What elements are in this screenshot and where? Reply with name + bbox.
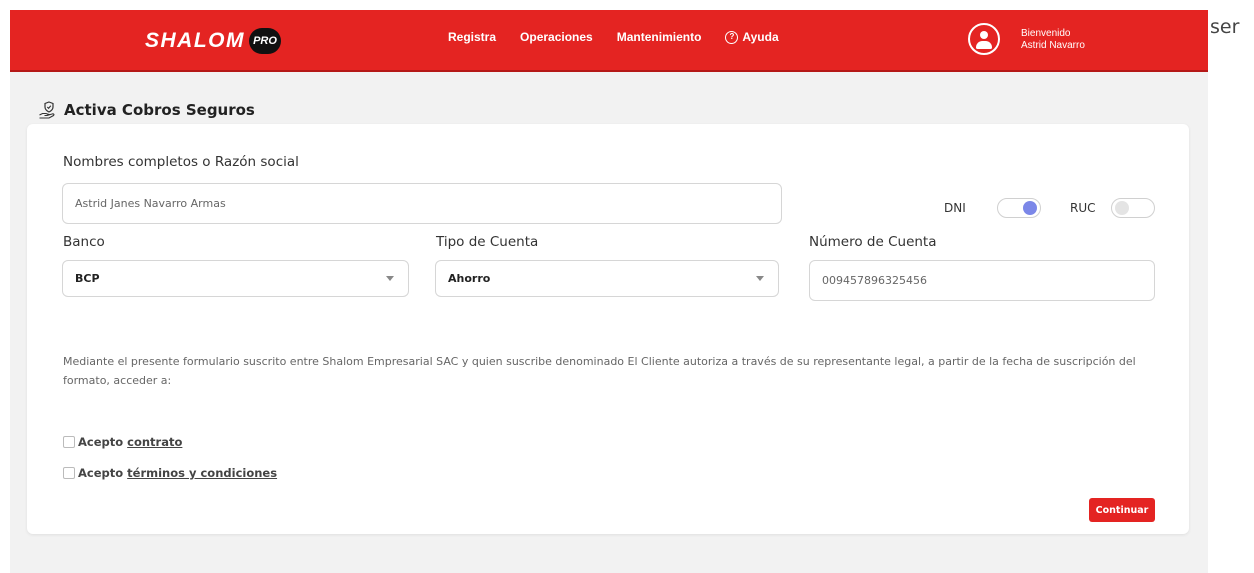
dni-toggle[interactable]: [997, 198, 1041, 218]
account-number-field[interactable]: 009457896325456: [809, 260, 1155, 301]
terms-link[interactable]: términos y condiciones: [127, 466, 277, 480]
dni-toggle-knob: [1023, 201, 1037, 215]
nav-mantenimiento[interactable]: Mantenimiento: [617, 30, 702, 44]
account-number-value: 009457896325456: [822, 274, 927, 287]
account-type-label: Tipo de Cuenta: [436, 234, 539, 250]
contract-link[interactable]: contrato: [127, 435, 182, 449]
nav-mantenimiento-label: Mantenimiento: [616, 30, 702, 44]
name-field[interactable]: Astrid Janes Navarro Armas: [62, 183, 782, 224]
dni-label: DNI: [944, 201, 966, 215]
name-label: Nombres completos o Razón social: [63, 154, 299, 170]
bank-label: Banco: [63, 234, 105, 250]
accept-terms-row: Acepto términos y condiciones: [63, 466, 277, 480]
chevron-down-icon: [756, 276, 764, 281]
logo[interactable]: SHALOM PRO: [145, 26, 281, 56]
nav-operaciones-label: Operaciones: [520, 30, 593, 44]
user-avatar-icon[interactable]: [968, 23, 1000, 55]
bank-select[interactable]: BCP: [62, 260, 409, 297]
bank-select-value: BCP: [75, 272, 100, 285]
ruc-toggle-knob: [1115, 201, 1129, 215]
accept-terms-checkbox[interactable]: [63, 467, 75, 479]
ruc-label: RUC: [1070, 201, 1096, 215]
nav-ayuda-label: Ayuda: [742, 30, 779, 44]
accept-contract-prefix: Acepto: [78, 435, 124, 449]
top-header: SHALOM PRO Registra Operaciones Mantenim…: [10, 10, 1208, 72]
nav-operaciones[interactable]: Operaciones: [520, 30, 593, 44]
app-window: SHALOM PRO Registra Operaciones Mantenim…: [10, 10, 1208, 573]
chevron-down-icon: [386, 276, 394, 281]
nav-ayuda[interactable]: ? Ayuda: [725, 30, 779, 44]
account-number-label: Número de Cuenta: [809, 234, 937, 250]
account-type-select-value: Ahorro: [448, 272, 491, 285]
main-nav: Registra Operaciones Mantenimiento ? Ayu…: [448, 30, 803, 44]
user-greeting[interactable]: Bienvenido Astrid Navarro: [1021, 28, 1085, 52]
nav-registra-label: Registra: [448, 30, 497, 44]
page-title-text: Activa Cobros Seguros: [64, 101, 255, 119]
form-card: Nombres completos o Razón social Astrid …: [27, 124, 1189, 534]
logo-pro-badge: PRO: [249, 28, 281, 54]
hand-shield-icon: [39, 101, 55, 119]
user-name: Astrid Navarro: [1021, 40, 1085, 51]
page-title: Activa Cobros Seguros: [38, 100, 255, 120]
account-type-select[interactable]: Ahorro: [435, 260, 779, 297]
logo-text: SHALOM: [145, 29, 245, 52]
continue-button[interactable]: Continuar: [1089, 498, 1155, 522]
ruc-toggle[interactable]: [1111, 198, 1155, 218]
accept-terms-prefix: Acepto: [78, 466, 124, 480]
greeting-text: Bienvenido: [1021, 28, 1071, 39]
name-field-value: Astrid Janes Navarro Armas: [75, 197, 226, 210]
accept-contract-checkbox[interactable]: [63, 436, 75, 448]
question-circle-icon: ?: [725, 30, 739, 44]
disclaimer-text: Mediante el presente formulario suscrito…: [63, 355, 1136, 387]
nav-registra[interactable]: Registra: [448, 30, 496, 44]
accept-contract-row: Acepto contrato: [63, 435, 182, 449]
outside-text-fragment: ser: [1210, 16, 1240, 38]
